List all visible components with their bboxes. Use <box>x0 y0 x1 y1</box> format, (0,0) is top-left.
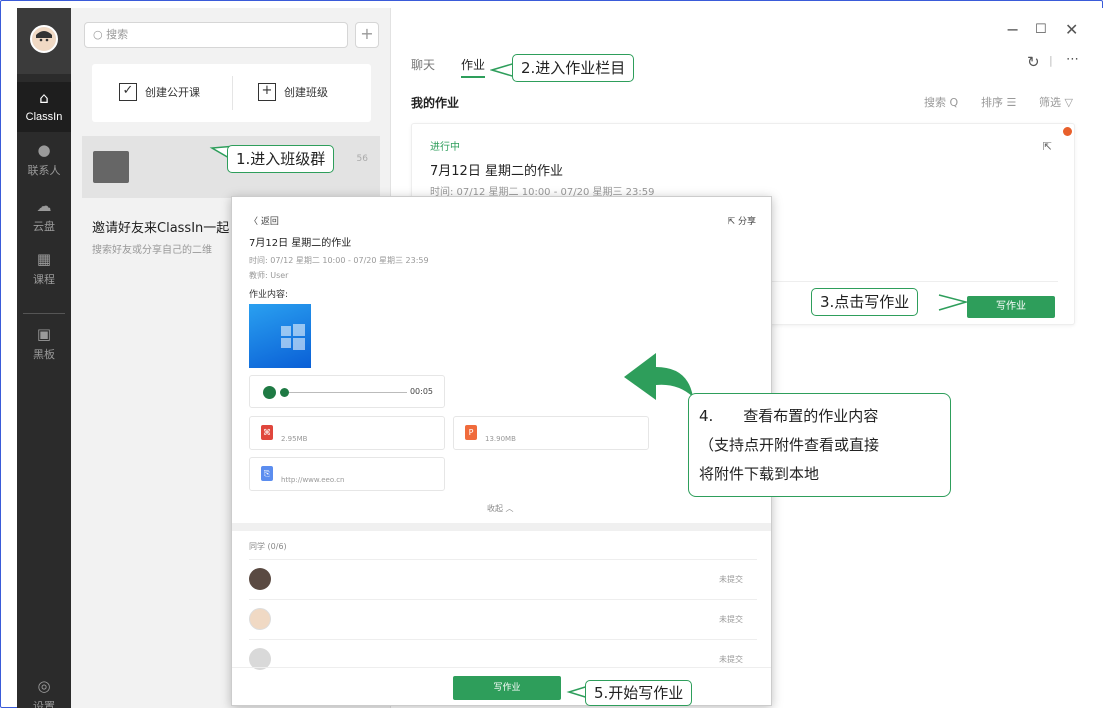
search-tool[interactable]: 搜索 Q <box>924 94 958 110</box>
attachment-image[interactable] <box>249 304 311 368</box>
refresh-icon[interactable]: ↻ <box>1027 53 1040 71</box>
app-sidebar: ⌂ ClassIn ● 联系人 ☁ 云盘 ▦ 课程 ▣ 黑板 ◎ 设置 <box>17 8 71 708</box>
dialog-title: 7月12日 星期二的作业 <box>249 238 352 249</box>
invite-subtitle: 搜索好友或分享自己的二维 <box>92 245 212 256</box>
tab-chat[interactable]: 聊天 <box>411 56 435 73</box>
settings-icon: ◎ <box>37 677 51 695</box>
content-label: 作业内容: <box>249 290 289 300</box>
link-icon: ⎘ <box>261 466 273 481</box>
audio-slider-handle[interactable] <box>280 388 289 397</box>
play-icon[interactable] <box>263 386 276 399</box>
avatar <box>249 568 271 590</box>
callout-step5: 5.开始写作业 <box>585 680 693 706</box>
dialog-share-button[interactable]: ⇱ 分享 <box>728 214 756 227</box>
sidebar-item-label: 设置 <box>33 701 55 708</box>
callout-step4-line: 将附件下载到本地 <box>699 465 820 483</box>
share-icon[interactable]: ⇱ <box>1043 140 1052 153</box>
audio-player[interactable]: 00:05 <box>249 375 445 408</box>
pdf-icon: ⌘ <box>261 425 273 440</box>
callout-step4: 4. 查看布置的作业内容 （支持点开附件查看或直接 将附件下载到本地 <box>688 393 951 497</box>
attachment-ppt[interactable]: P 13.90MB <box>453 416 649 450</box>
sidebar-divider <box>23 313 65 314</box>
unread-badge <box>1063 127 1072 136</box>
tab-homework[interactable]: 作业 <box>461 56 486 78</box>
user-avatar[interactable] <box>30 25 58 53</box>
file-size: 2.95MB <box>281 435 308 443</box>
sidebar-item-blackboard[interactable]: ▣ 黑板 <box>17 326 71 362</box>
back-button[interactable]: 〈 返回 <box>249 214 279 227</box>
classmate-row[interactable]: 未提交 <box>249 599 757 639</box>
page-title: 我的作业 <box>411 96 460 110</box>
write-homework-button[interactable]: 写作业 <box>967 296 1055 318</box>
home-icon: ⌂ <box>39 89 49 107</box>
calendar-icon: ▦ <box>36 250 52 268</box>
cloud-icon: ☁ <box>36 197 52 215</box>
checkbox-icon: ✓ <box>119 83 137 101</box>
dialog-write-homework-button[interactable]: 写作业 <box>453 676 561 700</box>
audio-duration: 00:05 <box>409 387 433 396</box>
ppt-icon: P <box>465 425 477 440</box>
search-input[interactable]: ○ 搜索 <box>84 22 348 48</box>
search-icon: ○ <box>93 28 103 41</box>
link-url: http://www.eeo.cn <box>281 476 345 484</box>
sidebar-item-classin[interactable]: ⌂ ClassIn <box>17 82 71 132</box>
classmates-header: 同学 (0/6) <box>249 542 287 551</box>
create-class-button[interactable]: + 创建班级 <box>258 83 328 101</box>
file-size: 13.90MB <box>485 435 516 443</box>
create-divider <box>232 76 233 110</box>
audio-track[interactable] <box>289 392 407 393</box>
sidebar-item-contacts[interactable]: ● 联系人 <box>17 142 71 178</box>
sidebar-item-settings[interactable]: ◎ 设置 <box>17 678 71 708</box>
submission-status: 未提交 <box>719 575 743 584</box>
add-button[interactable]: + <box>355 22 379 48</box>
search-placeholder: 搜索 <box>106 28 129 41</box>
toolbar-separator: | <box>1049 54 1053 67</box>
callout-step4-line: 4. 查看布置的作业内容 <box>699 407 879 425</box>
invite-title[interactable]: 邀请好友来ClassIn一起 <box>92 217 229 236</box>
filter-tool[interactable]: 筛选 ▽ <box>1039 94 1073 110</box>
sidebar-item-label: ClassIn <box>25 111 63 123</box>
blackboard-icon: ▣ <box>36 325 52 343</box>
close-icon[interactable]: ✕ <box>1065 20 1078 39</box>
class-avatar <box>93 151 129 183</box>
attachment-pdf[interactable]: ⌘ 2.95MB <box>249 416 445 450</box>
sidebar-item-label: 课程 <box>33 274 55 286</box>
sort-tool[interactable]: 排序 ☰ <box>981 94 1016 110</box>
sidebar-item-courses[interactable]: ▦ 课程 <box>17 251 71 287</box>
share-icon: ⇱ <box>727 217 738 227</box>
sidebar-item-cloud[interactable]: ☁ 云盘 <box>17 198 71 234</box>
create-lesson-label: 创建公开课 <box>145 86 200 99</box>
attachment-link[interactable]: ⎘ http://www.eeo.cn <box>249 457 445 491</box>
contacts-icon: ● <box>37 141 51 159</box>
share-label: 分享 <box>737 217 756 227</box>
collapse-button[interactable]: 收起 ︿ <box>487 503 514 514</box>
create-card: ✓ 创建公开课 + 创建班级 <box>92 64 371 122</box>
dialog-time: 时间: 07/12 星期二 10:00 - 07/20 星期三 23:59 <box>249 256 429 265</box>
sidebar-item-label: 云盘 <box>33 221 55 233</box>
more-icon[interactable]: ⋯ <box>1066 52 1079 67</box>
sidebar-item-label: 黑板 <box>33 349 55 361</box>
submission-status: 未提交 <box>719 615 743 624</box>
submission-status: 未提交 <box>719 655 743 664</box>
arrow-icon <box>624 353 693 400</box>
class-time: 56 <box>356 154 368 164</box>
homework-title: 7月12日 星期二的作业 <box>430 164 563 179</box>
maximize-icon[interactable]: ☐ <box>1035 22 1047 37</box>
callout-step1: 1.进入班级群 <box>227 145 335 173</box>
create-lesson-button[interactable]: ✓ 创建公开课 <box>119 83 200 101</box>
callout-step2: 2.进入作业栏目 <box>512 54 635 82</box>
callout-step4-line: （支持点开附件查看或直接 <box>699 436 880 454</box>
status-badge: 进行中 <box>430 142 460 153</box>
callout-step3: 3.点击写作业 <box>811 288 919 316</box>
sidebar-item-label: 联系人 <box>27 165 61 177</box>
minimize-icon[interactable]: − <box>1006 20 1019 39</box>
avatar <box>249 608 271 630</box>
classmate-row[interactable]: 未提交 <box>249 559 757 599</box>
section-divider <box>232 523 771 531</box>
callout-3-tail <box>938 294 969 311</box>
plus-box-icon: + <box>258 83 276 101</box>
dialog-teacher: 教师: User <box>249 271 289 280</box>
create-class-label: 创建班级 <box>284 86 328 99</box>
